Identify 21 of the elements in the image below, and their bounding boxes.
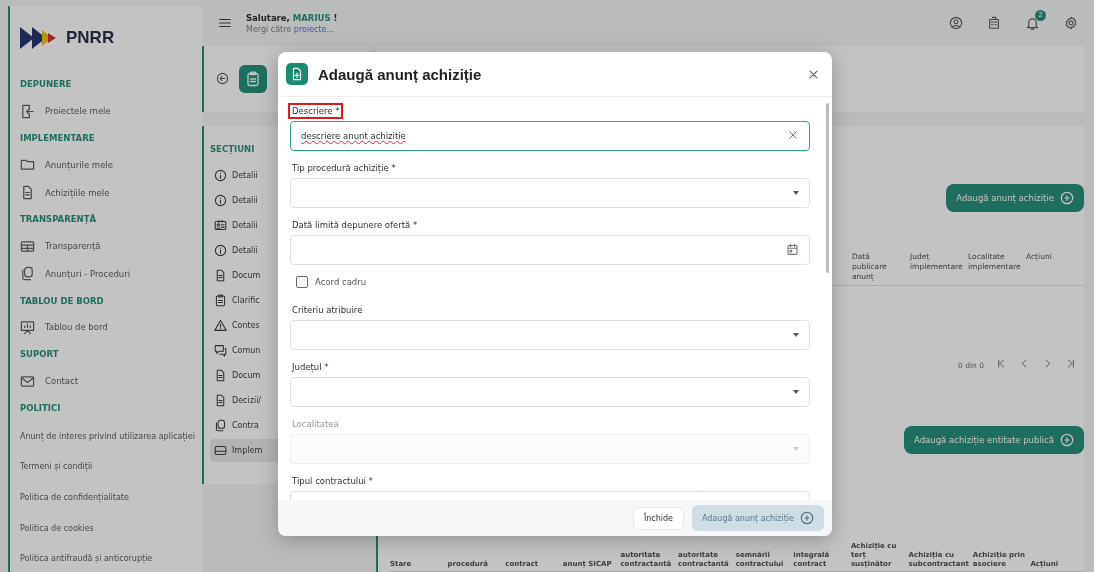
field-label: Criteriu atribuire <box>291 304 364 317</box>
field-label: Județul * <box>290 361 330 374</box>
user-name: MARIUS <box>292 12 331 23</box>
subtitle: Mergi către proiecte... <box>246 24 336 34</box>
checkbox-label: Acord cadru <box>315 277 367 287</box>
field-label: Descriere * <box>288 103 344 119</box>
field-label: Tip procedură achiziție * <box>291 162 397 175</box>
field-label: Tipul contractului * <box>291 475 374 488</box>
group-title: SUPORT <box>20 349 60 360</box>
logo-text: PNRR <box>66 27 115 48</box>
group-title: TABLOU DE BORD <box>20 295 105 306</box>
field-label: Dată limită depunere ofertă * <box>291 219 419 232</box>
group-title: IMPLEMENTARE <box>20 133 96 143</box>
dialog-title: Adaugă anunț achiziție <box>318 65 482 83</box>
field-label: Localitatea <box>291 418 340 431</box>
greeting: Salutare, <box>246 12 290 23</box>
greeting-end: ! <box>333 12 338 23</box>
group-title: DEPUNERE <box>20 79 73 90</box>
sections-title: SECȚIUNI <box>210 144 256 154</box>
group-title: TRANSPARENȚĂ <box>20 214 98 225</box>
group-title: POLITICI <box>20 402 62 413</box>
